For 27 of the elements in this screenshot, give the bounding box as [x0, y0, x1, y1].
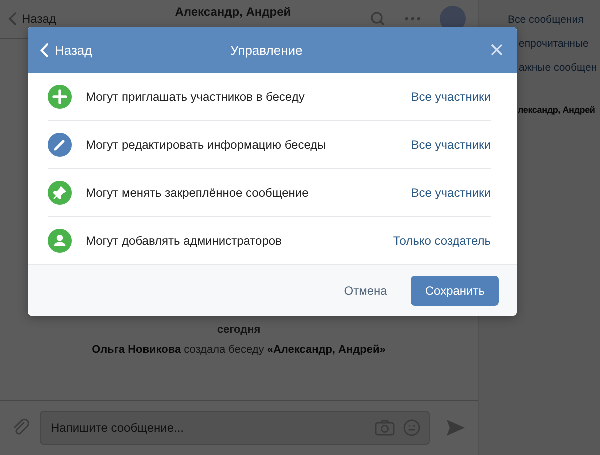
chat-title: Александр, Андрей [174, 5, 292, 19]
permission-label: Могут редактировать информацию беседы [86, 138, 328, 152]
smiley-icon[interactable] [403, 419, 421, 437]
close-button[interactable] [491, 44, 503, 56]
search-icon[interactable] [370, 11, 386, 27]
date-label: сегодня [217, 324, 261, 336]
more-icon[interactable] [404, 16, 422, 22]
chevron-left-icon [40, 42, 49, 58]
sidebar-link[interactable]: Все сообщения [479, 8, 600, 32]
permission-value-link[interactable]: Все участники [411, 138, 491, 152]
service-message: Ольга Новикова создала беседу «Александр, Андрей» [92, 344, 386, 356]
chevron-left-icon[interactable] [8, 12, 18, 26]
send-icon[interactable] [446, 419, 466, 437]
back-button[interactable]: Назад [40, 42, 92, 58]
permission-label: Могут добавлять администраторов [86, 234, 283, 248]
permission-value-link[interactable]: Все участники [411, 186, 491, 200]
permission-label: Могут менять закреплённое сообщение [86, 186, 310, 200]
message-field[interactable]: Напишите сообщение... [40, 411, 430, 445]
back-link[interactable]: Назад [22, 12, 56, 26]
permission-value-link[interactable]: Только создатель [393, 234, 491, 248]
message-input[interactable]: Напишите сообщение... [49, 420, 367, 436]
permission-value-link[interactable]: Все участники [411, 90, 491, 104]
save-button[interactable]: Сохранить [411, 276, 499, 306]
camera-icon[interactable] [375, 420, 395, 436]
permission-label: Могут приглашать участников в беседу [86, 90, 306, 104]
cancel-button[interactable]: Отмена [334, 278, 398, 304]
dialog-title: Управление [229, 42, 304, 58]
